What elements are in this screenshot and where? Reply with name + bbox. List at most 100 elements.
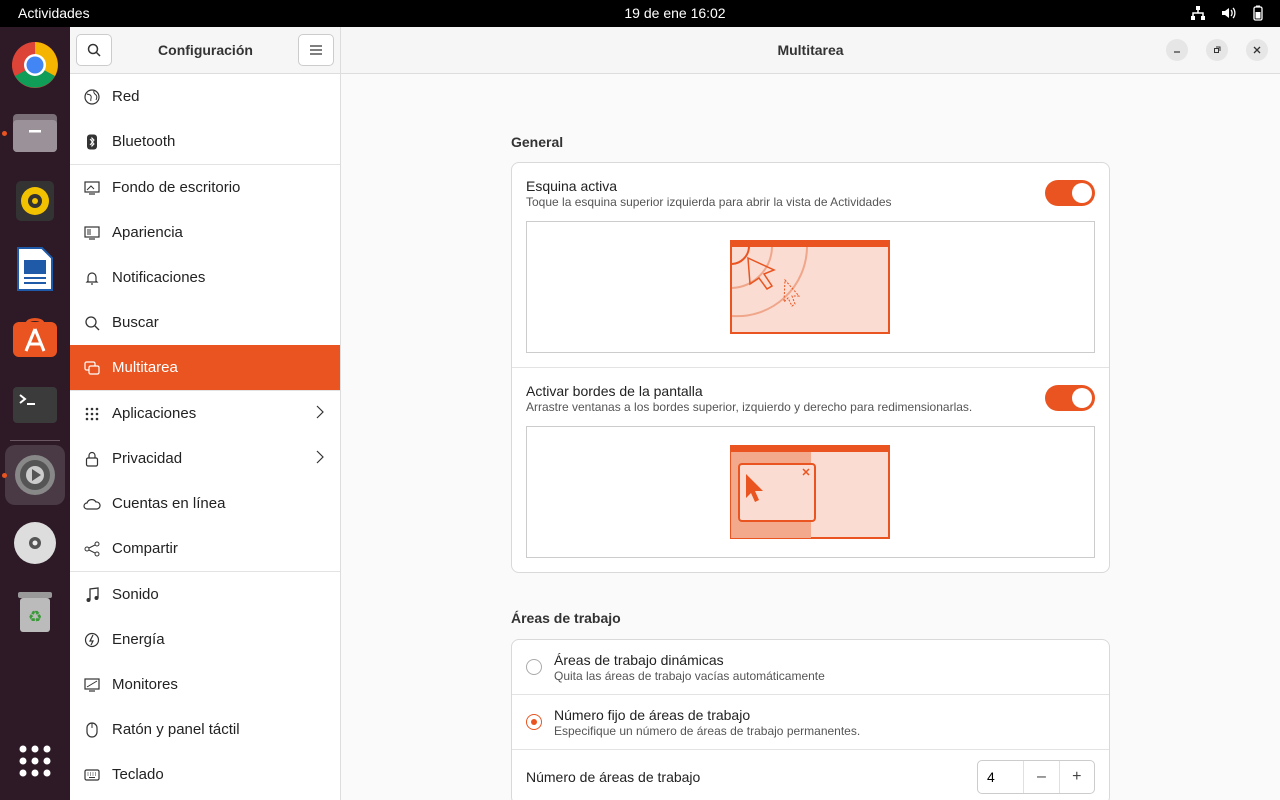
- menu-button[interactable]: [298, 34, 334, 66]
- globe-icon: [83, 88, 101, 106]
- chrome-launcher[interactable]: [5, 35, 65, 95]
- keyboard-icon: [83, 766, 101, 784]
- sidebar-item-search[interactable]: Buscar: [70, 300, 340, 345]
- trash-icon: ♻: [18, 592, 52, 632]
- decrement-button[interactable]: –: [1023, 761, 1058, 793]
- page-title: Multitarea: [777, 42, 844, 58]
- terminal-launcher[interactable]: [5, 375, 65, 435]
- sidebar-list: Red Bluetooth Fondo de escritorio Aparie…: [70, 74, 340, 797]
- sidebar-item-privacy[interactable]: Privacidad: [70, 436, 340, 481]
- sidebar-item-label: Fondo de escritorio: [112, 179, 241, 196]
- show-apps-button[interactable]: [5, 731, 65, 791]
- hot-corner-toggle[interactable]: [1045, 180, 1095, 206]
- workspace-count-value[interactable]: 4: [978, 761, 1023, 793]
- minimize-button[interactable]: [1166, 39, 1188, 61]
- fixed-workspaces-radio[interactable]: [526, 714, 542, 730]
- edges-toggle[interactable]: [1045, 385, 1095, 411]
- dock: ♻: [0, 27, 70, 800]
- divider: [512, 694, 1109, 695]
- software-launcher[interactable]: [5, 307, 65, 367]
- hot-corner-illustration: [730, 240, 890, 334]
- restore-icon: [1214, 46, 1221, 53]
- files-launcher[interactable]: [5, 103, 65, 163]
- sidebar-item-label: Aplicaciones: [112, 405, 197, 422]
- increment-button[interactable]: +: [1058, 761, 1094, 793]
- sidebar-item-bluetooth[interactable]: Bluetooth: [70, 119, 340, 164]
- sidebar-item-sound[interactable]: Sonido: [70, 572, 340, 617]
- settings-window: Configuración Red Bluetooth Fondo de esc…: [70, 27, 1280, 800]
- toggle-knob: [1072, 183, 1092, 203]
- sidebar-item-label: Red: [112, 88, 140, 105]
- disc-icon: [14, 522, 56, 564]
- sidebar-item-background[interactable]: Fondo de escritorio: [70, 165, 340, 210]
- trash-launcher[interactable]: ♻: [5, 581, 65, 641]
- main-content: General Esquina activa Toque la esquina …: [341, 75, 1280, 800]
- sidebar-item-label: Multitarea: [112, 359, 178, 376]
- edges-title: Activar bordes de la pantalla: [526, 383, 703, 399]
- dock-separator: [10, 440, 60, 441]
- chevron-right-icon: [316, 405, 324, 423]
- clock[interactable]: 19 de ene 16:02: [0, 5, 1280, 21]
- monitor-icon: [83, 676, 101, 694]
- system-tray[interactable]: [1190, 4, 1266, 22]
- bluetooth-icon: [83, 133, 101, 151]
- sidebar-item-sharing[interactable]: Compartir: [70, 526, 340, 571]
- sidebar-item-label: Cuentas en línea: [112, 495, 226, 512]
- edges-subtitle: Arrastre ventanas a los bordes superior,…: [526, 400, 973, 414]
- sidebar-item-label: Energía: [112, 631, 165, 648]
- sidebar-item-applications[interactable]: Aplicaciones: [70, 391, 340, 436]
- document-icon: [17, 247, 53, 291]
- sidebar-item-keyboard[interactable]: Teclado: [70, 752, 340, 797]
- chrome-icon: [12, 42, 58, 88]
- fixed-workspaces-subtitle: Especifique un número de áreas de trabaj…: [554, 724, 861, 738]
- sidebar-item-label: Privacidad: [112, 450, 183, 467]
- settings-launcher[interactable]: [5, 445, 65, 505]
- bell-icon: [83, 269, 101, 287]
- sidebar: Configuración Red Bluetooth Fondo de esc…: [70, 27, 341, 800]
- sidebar-item-mouse[interactable]: Ratón y panel táctil: [70, 707, 340, 752]
- section-title-workspaces: Áreas de trabajo: [511, 610, 621, 626]
- volume-icon: [1220, 5, 1236, 21]
- sidebar-item-power[interactable]: Energía: [70, 617, 340, 662]
- workspace-count-stepper[interactable]: 4 – +: [977, 760, 1095, 794]
- writer-launcher[interactable]: [5, 239, 65, 299]
- dynamic-workspaces-title: Áreas de trabajo dinámicas: [554, 652, 724, 668]
- music-note-icon: [83, 586, 101, 604]
- svg-text:♻: ♻: [28, 607, 42, 626]
- sidebar-item-notifications[interactable]: Notificaciones: [70, 255, 340, 300]
- divider: [512, 367, 1109, 368]
- sidebar-item-multitasking[interactable]: Multitarea: [70, 345, 340, 390]
- dynamic-workspaces-radio[interactable]: [526, 659, 542, 675]
- fixed-workspaces-title: Número fijo de áreas de trabajo: [554, 707, 751, 723]
- power-icon: [83, 631, 101, 649]
- edges-preview: [526, 426, 1095, 558]
- rhythmbox-launcher[interactable]: [5, 171, 65, 231]
- sidebar-item-red[interactable]: Red: [70, 74, 340, 119]
- speaker-icon: [16, 181, 54, 221]
- multitasking-icon: [83, 359, 101, 377]
- battery-icon: [1250, 5, 1266, 21]
- sidebar-header: Configuración: [70, 27, 340, 74]
- disc-launcher[interactable]: [5, 513, 65, 573]
- sidebar-item-label: Teclado: [112, 766, 164, 783]
- dynamic-workspaces-subtitle: Quita las áreas de trabajo vacías automá…: [554, 669, 825, 683]
- sidebar-item-displays[interactable]: Monitores: [70, 662, 340, 707]
- sidebar-item-label: Apariencia: [112, 224, 183, 241]
- folder-icon: [13, 114, 57, 152]
- workspace-count-label: Número de áreas de trabajo: [526, 769, 701, 785]
- close-button[interactable]: [1246, 39, 1268, 61]
- hot-corner-preview: [526, 221, 1095, 353]
- search-icon: [83, 314, 101, 332]
- cloud-icon: [83, 495, 101, 513]
- sidebar-item-online-accounts[interactable]: Cuentas en línea: [70, 481, 340, 526]
- screen-edges-illustration: [730, 445, 890, 539]
- workspaces-card: Áreas de trabajo dinámicas Quita las áre…: [511, 639, 1110, 800]
- share-icon: [83, 540, 101, 558]
- sidebar-item-appearance[interactable]: Apariencia: [70, 210, 340, 255]
- top-bar: Actividades 19 de ene 16:02: [0, 0, 1280, 27]
- sidebar-item-label: Bluetooth: [112, 133, 176, 150]
- mouse-icon: [83, 721, 101, 739]
- workspace-count-row: Número de áreas de trabajo 4 – +: [512, 750, 1109, 800]
- maximize-button[interactable]: [1206, 39, 1228, 61]
- network-icon: [1190, 5, 1206, 21]
